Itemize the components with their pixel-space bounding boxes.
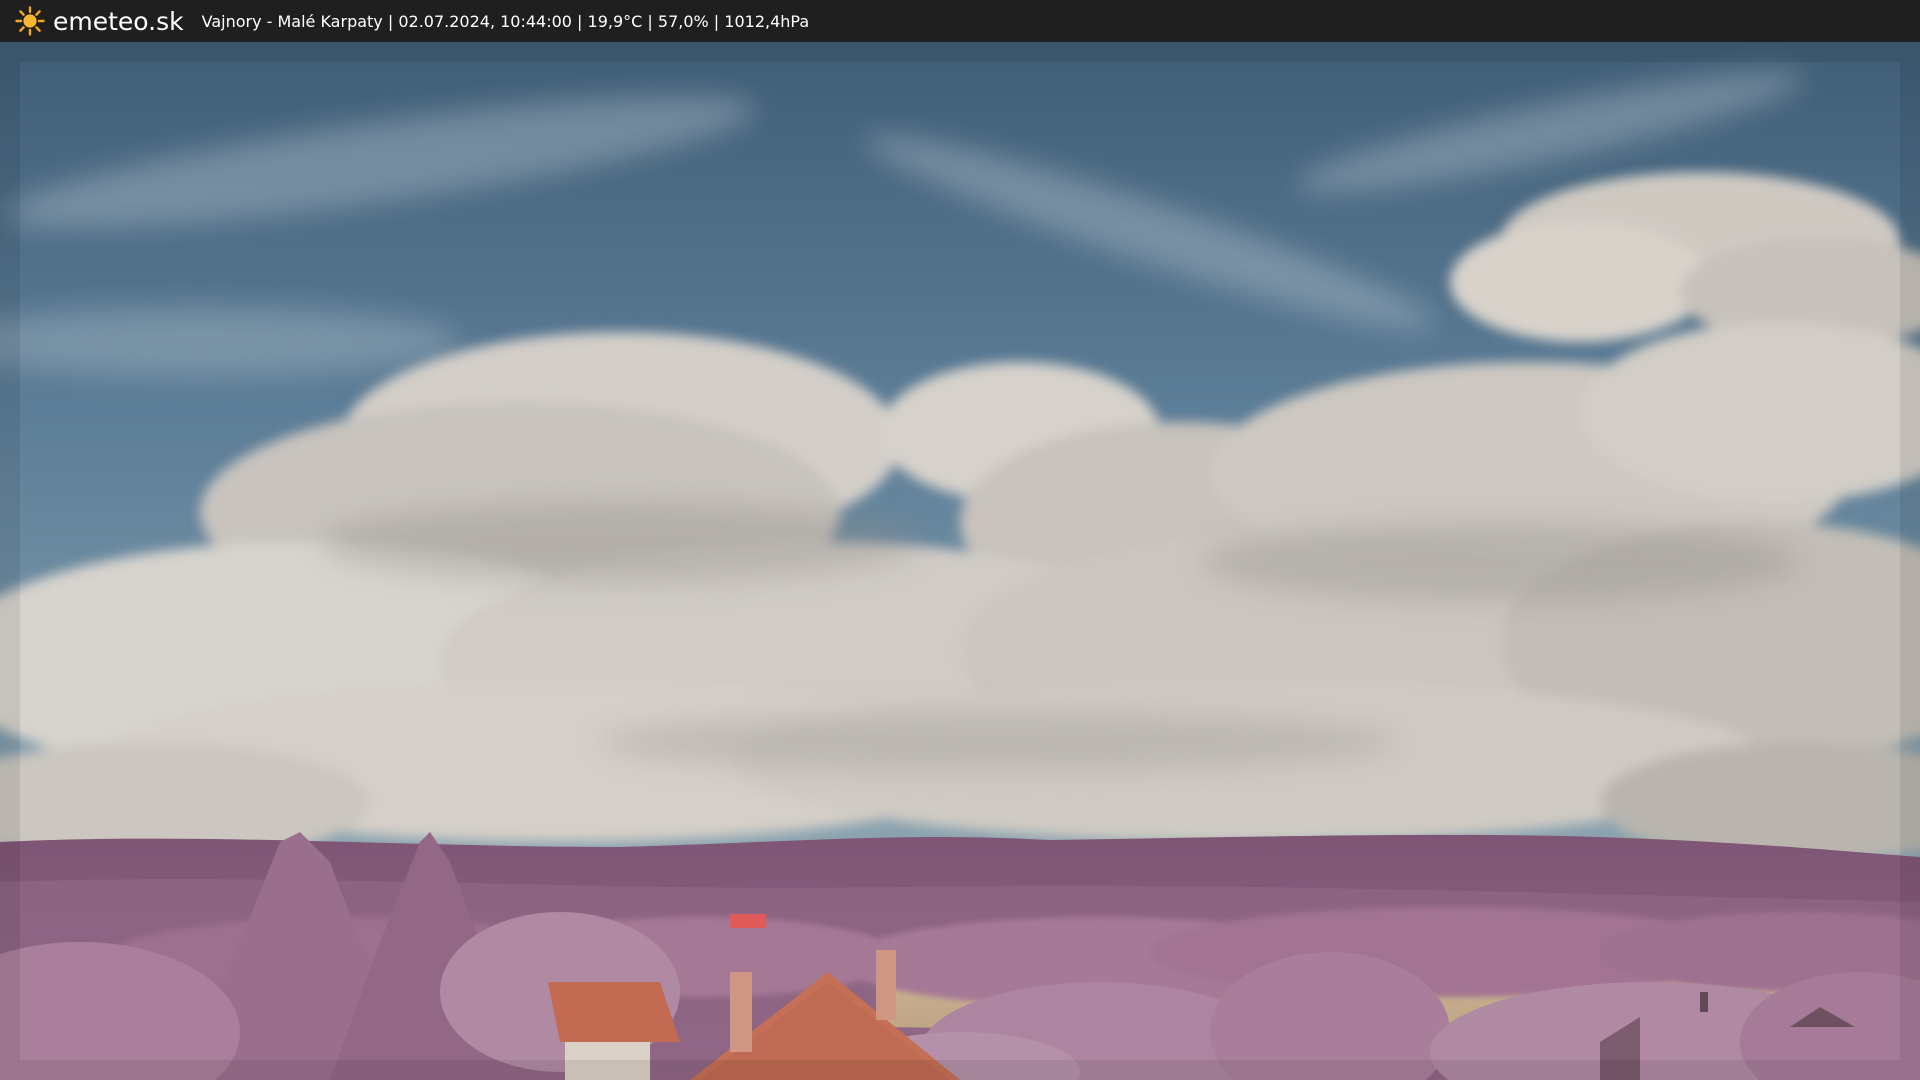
sun-icon <box>13 4 47 38</box>
webcam-image <box>0 42 1920 1080</box>
site-logo-text[interactable]: emeteo.sk <box>53 7 184 36</box>
webcam-caption: Vajnory - Malé Karpaty | 02.07.2024, 10:… <box>201 11 810 31</box>
webcam-header-bar: emeteo.sk Vajnory - Malé Karpaty | 02.07… <box>0 0 1920 42</box>
